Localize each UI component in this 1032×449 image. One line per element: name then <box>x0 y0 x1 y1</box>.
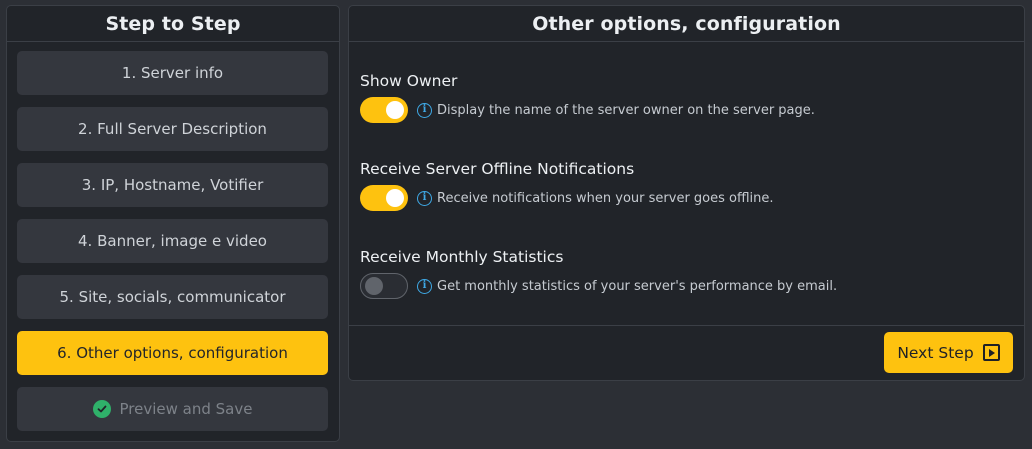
option-monthly-statistics: Receive Monthly Statistics i Get monthly… <box>360 247 837 299</box>
step-full-server-description[interactable]: 2. Full Server Description <box>17 107 328 151</box>
info-icon: i <box>417 278 432 294</box>
step-label: 6. Other options, configuration <box>57 344 288 362</box>
step-server-info[interactable]: 1. Server info <box>17 51 328 95</box>
steps-panel: Step to Step 1. Server info 2. Full Serv… <box>6 5 340 442</box>
step-label: 3. IP, Hostname, Votifier <box>81 176 264 194</box>
step-other-options-configuration[interactable]: 6. Other options, configuration <box>17 331 328 375</box>
step-label: Preview and Save <box>119 400 253 418</box>
option-title: Receive Server Offline Notifications <box>360 160 635 178</box>
steps-panel-title: Step to Step <box>7 6 339 42</box>
next-step-label: Next Step <box>897 343 974 362</box>
step-label: 5. Site, socials, communicator <box>59 288 286 306</box>
next-step-button[interactable]: Next Step <box>884 332 1013 373</box>
check-circle-icon <box>92 400 111 418</box>
option-offline-notifications: Receive Server Offline Notifications i R… <box>360 159 774 211</box>
step-preview-and-save[interactable]: Preview and Save <box>17 387 328 431</box>
show-owner-toggle[interactable] <box>360 97 408 123</box>
offline-notifications-toggle[interactable] <box>360 185 408 211</box>
option-description: Receive notifications when your server g… <box>437 190 774 206</box>
option-show-owner: Show Owner i Display the name of the ser… <box>360 71 815 123</box>
step-banner-image-video[interactable]: 4. Banner, image e video <box>17 219 328 263</box>
info-icon: i <box>417 190 432 206</box>
toggle-knob <box>386 189 404 207</box>
options-panel: Other options, configuration Show Owner … <box>348 5 1025 381</box>
options-panel-title: Other options, configuration <box>349 6 1024 42</box>
option-title: Show Owner <box>360 72 458 90</box>
step-ip-hostname-votifier[interactable]: 3. IP, Hostname, Votifier <box>17 163 328 207</box>
step-site-socials-communicator[interactable]: 5. Site, socials, communicator <box>17 275 328 319</box>
step-label: 2. Full Server Description <box>78 120 267 138</box>
info-icon: i <box>417 102 432 118</box>
step-label: 4. Banner, image e video <box>78 232 267 250</box>
monthly-statistics-toggle[interactable] <box>360 273 408 299</box>
toggle-knob <box>386 101 404 119</box>
options-content: Show Owner i Display the name of the ser… <box>349 42 1024 326</box>
option-description: Display the name of the server owner on … <box>437 102 815 118</box>
option-description: Get monthly statistics of your server's … <box>437 278 838 294</box>
option-title: Receive Monthly Statistics <box>360 248 564 266</box>
steps-list: 1. Server info 2. Full Server Descriptio… <box>7 42 339 431</box>
play-square-icon <box>982 344 1000 361</box>
step-label: 1. Server info <box>121 64 224 82</box>
toggle-knob <box>365 277 383 295</box>
